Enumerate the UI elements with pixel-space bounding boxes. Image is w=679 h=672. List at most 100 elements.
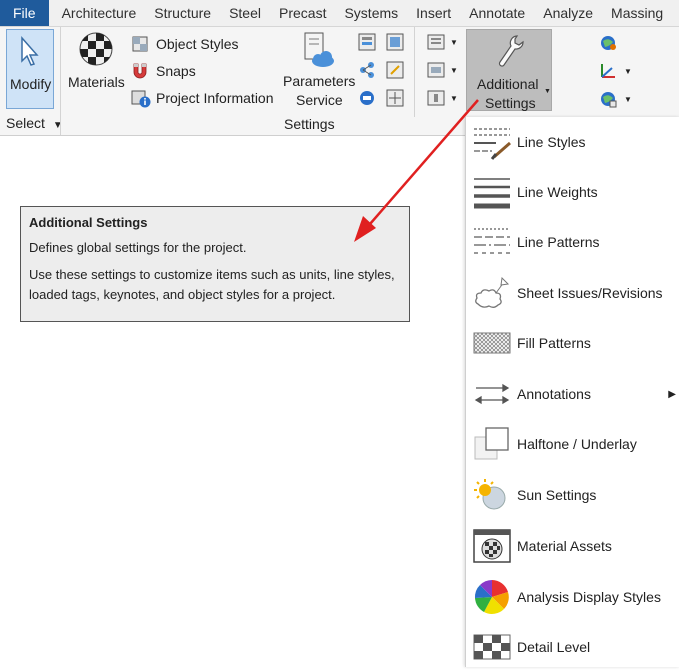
menu-item-fill-patterns[interactable]: Fill Patterns	[466, 318, 679, 368]
menu-item-label: Line Styles	[517, 134, 586, 150]
tab-analyze[interactable]: Analyze	[534, 0, 602, 26]
additional-settings-button[interactable]: Additional Settings ▼	[466, 29, 552, 111]
menu-item-label: Material Assets	[517, 538, 612, 554]
chevron-down-icon: ▼	[624, 94, 632, 104]
additional-settings-label-2: Settings	[485, 95, 536, 111]
panel-divider	[414, 27, 415, 117]
materials-sphere-icon	[79, 32, 113, 66]
tooltip-line-1: Defines global settings for the project.	[29, 240, 247, 255]
menu-item-analysis-display-styles[interactable]: Analysis Display Styles	[466, 572, 679, 622]
sun-settings-icon	[471, 475, 513, 515]
tab-architecture[interactable]: Architecture	[53, 0, 146, 26]
parameters-service-button[interactable]: Parameters Service	[283, 29, 356, 109]
project-info-icon	[131, 90, 151, 108]
material-assets-icon	[471, 526, 513, 566]
menu-item-label: Analysis Display Styles	[517, 589, 661, 605]
menu-item-label: Halftone / Underlay	[517, 436, 637, 452]
snaps-label: Snaps	[156, 63, 196, 79]
object-styles-label: Object Styles	[156, 36, 239, 52]
tab-precast[interactable]: Precast	[270, 0, 335, 26]
panel-schedule-icon	[427, 62, 445, 78]
chevron-down-icon: ▼	[624, 66, 632, 76]
additional-settings-label-1: Additional	[477, 76, 539, 92]
menu-item-label: Sun Settings	[517, 487, 597, 503]
detail-level-icon	[471, 627, 513, 667]
settings-panel-title: Settings	[284, 116, 335, 132]
additional-settings-tooltip: Additional Settings Defines global setti…	[20, 206, 410, 322]
menu-item-detail-level[interactable]: Detail Level	[466, 622, 679, 672]
tooltip-line-2: Use these settings to customize items su…	[29, 267, 395, 302]
ribbon-tab-bar: File Architecture Structure Steel Precas…	[0, 0, 679, 27]
project-units-icon[interactable]	[357, 88, 377, 108]
tab-annotate[interactable]: Annotate	[460, 0, 534, 26]
panel-schedule-dropdown[interactable]: ▼	[426, 60, 458, 80]
materials-button[interactable]: Materials	[68, 29, 125, 109]
menu-item-label: Annotations	[517, 386, 591, 402]
menu-item-material-assets[interactable]: Material Assets	[466, 521, 679, 571]
additional-settings-menu: Line Styles Line Weights Line Patterns S…	[465, 117, 679, 667]
coordinates-axis-icon	[601, 64, 615, 78]
menu-item-annotations[interactable]: Annotations ▶	[466, 369, 679, 419]
parameters-service-label-1: Parameters	[283, 73, 356, 89]
wrench-icon	[498, 35, 524, 67]
magnet-icon	[133, 63, 147, 79]
menu-item-label: Sheet Issues/Revisions	[517, 285, 663, 301]
project-information-label: Project Information	[156, 90, 274, 106]
tab-massing[interactable]: Massing	[602, 0, 672, 26]
cursor-arrow-icon	[21, 36, 39, 66]
transfer-standards-icon[interactable]	[357, 60, 377, 80]
select-dropdown[interactable]: Select ▼	[6, 115, 63, 131]
analysis-display-icon	[471, 577, 513, 617]
annotations-icon	[471, 374, 513, 414]
chevron-down-icon: ▼	[450, 65, 458, 75]
shared-parameters-icon[interactable]	[357, 32, 377, 52]
menu-item-label: Detail Level	[517, 639, 591, 655]
chevron-down-icon: ▼	[450, 37, 458, 47]
object-styles-button[interactable]: Object Styles	[131, 33, 238, 55]
object-styles-icon	[132, 36, 148, 52]
structural-settings-icon[interactable]	[385, 88, 405, 108]
menu-item-label: Line Patterns	[517, 234, 600, 250]
menu-item-sheet-issues-revisions[interactable]: Sheet Issues/Revisions	[466, 268, 679, 318]
menu-item-label: Line Weights	[517, 184, 598, 200]
modify-label: Modify	[10, 76, 52, 92]
line-patterns-icon	[471, 222, 513, 262]
select-label: Select	[6, 115, 45, 131]
project-information-button[interactable]: Project Information	[131, 87, 274, 109]
menu-item-line-weights[interactable]: Line Weights	[466, 167, 679, 217]
mep-settings-icon	[427, 34, 445, 50]
menu-item-halftone-underlay[interactable]: Halftone / Underlay	[466, 419, 679, 469]
tab-insert[interactable]: Insert	[407, 0, 460, 26]
fill-patterns-icon	[471, 323, 513, 363]
chevron-down-icon: ▼	[450, 93, 458, 103]
electrical-settings-icon	[427, 90, 445, 106]
position-globe-icon	[601, 92, 617, 108]
panel-divider	[60, 27, 61, 135]
halftone-icon	[471, 424, 513, 464]
electrical-settings-dropdown[interactable]: ▼	[426, 88, 458, 108]
revision-cloud-icon	[471, 273, 513, 313]
coordinates-dropdown[interactable]: ▼	[598, 61, 632, 81]
materials-label: Materials	[68, 74, 125, 90]
mep-settings-dropdown[interactable]: ▼	[426, 32, 458, 52]
chevron-down-icon: ▼	[52, 120, 63, 131]
position-dropdown[interactable]: ▼	[598, 89, 632, 109]
chevron-down-icon: ▼	[544, 88, 551, 95]
tab-steel[interactable]: Steel	[220, 0, 270, 26]
tab-systems[interactable]: Systems	[335, 0, 407, 26]
menu-item-line-styles[interactable]: Line Styles	[466, 117, 679, 167]
tab-structure[interactable]: Structure	[145, 0, 220, 26]
tooltip-title: Additional Settings	[29, 215, 148, 230]
snaps-button[interactable]: Snaps	[131, 60, 196, 82]
line-styles-icon	[471, 122, 513, 162]
modify-button[interactable]: Modify	[6, 29, 54, 109]
menu-item-sun-settings[interactable]: Sun Settings	[466, 470, 679, 520]
global-parameters-icon[interactable]	[385, 32, 405, 52]
parameters-service-label-2: Service	[296, 92, 343, 108]
submenu-arrow-icon: ▶	[668, 388, 676, 400]
menu-item-label: Fill Patterns	[517, 335, 591, 351]
location-globe-icon[interactable]	[598, 33, 618, 53]
menu-item-line-patterns[interactable]: Line Patterns	[466, 217, 679, 267]
tab-file[interactable]: File	[0, 0, 49, 26]
purge-unused-icon[interactable]	[385, 60, 405, 80]
